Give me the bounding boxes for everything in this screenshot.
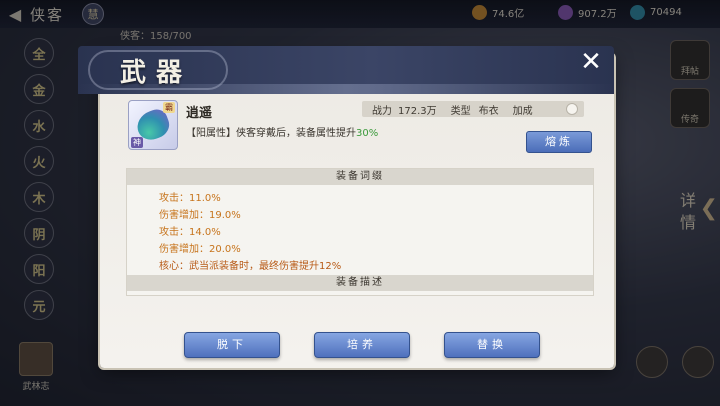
bonus-label: 加成 [512,105,533,117]
affix-panel: 装备词缀 攻击：11.0% 伤害增加：19.0% 攻击：14.0% 伤害增加：2… [126,168,594,296]
type-label: 类型 [450,105,471,117]
refine-button[interactable]: 熔炼 [526,131,592,153]
item-name: 逍遥 [186,106,213,121]
attribute-text: 【阳属性】侠客穿戴后，装备属性提升 [186,128,356,139]
affix-item: 攻击：11.0% [159,193,221,204]
unequip-button[interactable]: 脱下 [184,332,280,358]
power-label: 战力 [372,105,392,117]
affix-item: 攻击：14.0% [159,227,221,238]
dialog-header: 武器 ✕ [78,46,614,94]
lock-toggle-icon[interactable] [566,103,578,115]
dialog-title: 武器 [120,58,193,88]
affix-item: 伤害增加：20.0% [159,244,241,255]
affix-header: 装备词缀 [127,169,593,185]
weapon-dialog: 武器 ✕ 霸 神 逍遥 战力 172.3万 类型 布衣 加成 【阳属性】侠客穿戴… [78,46,614,368]
type-value: 布衣 [478,105,499,117]
item-stat-bar: 战力 172.3万 类型 布衣 加成 [362,101,584,117]
cultivate-button[interactable]: 培养 [314,332,410,358]
core-affix: 核心：武当派装备时，最终伤害提升12% [159,261,342,272]
attribute-description: 【阳属性】侠客穿戴后，装备属性提升30% [186,124,378,139]
close-icon[interactable]: ✕ [576,48,606,78]
grade-tag: 神 [131,137,143,148]
attribute-value: 30% [356,128,379,139]
affix-item: 伤害增加：19.0% [159,210,241,221]
replace-button[interactable]: 替换 [444,332,540,358]
power-value: 172.3万 [398,105,437,117]
weapon-item-icon[interactable]: 霸 神 [128,100,178,150]
quality-tag: 霸 [163,102,175,113]
description-header: 装备描述 [127,275,593,291]
